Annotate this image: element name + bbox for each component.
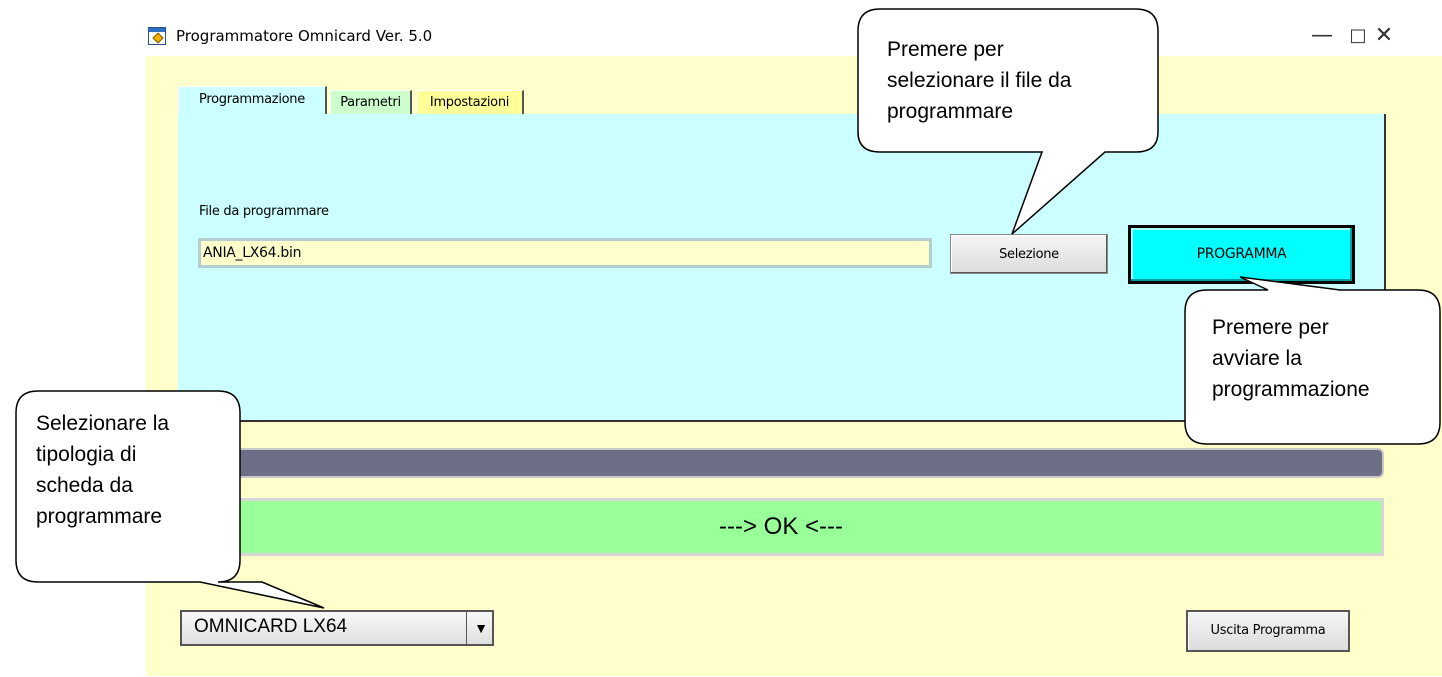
callout-start-program: Premere per avviare la programmazione: [1212, 316, 1370, 401]
callout-select-file: Premere per selezionare il file da progr…: [887, 38, 1072, 123]
callout-board-type: Selezionare la tipologia di scheda da pr…: [36, 412, 170, 528]
